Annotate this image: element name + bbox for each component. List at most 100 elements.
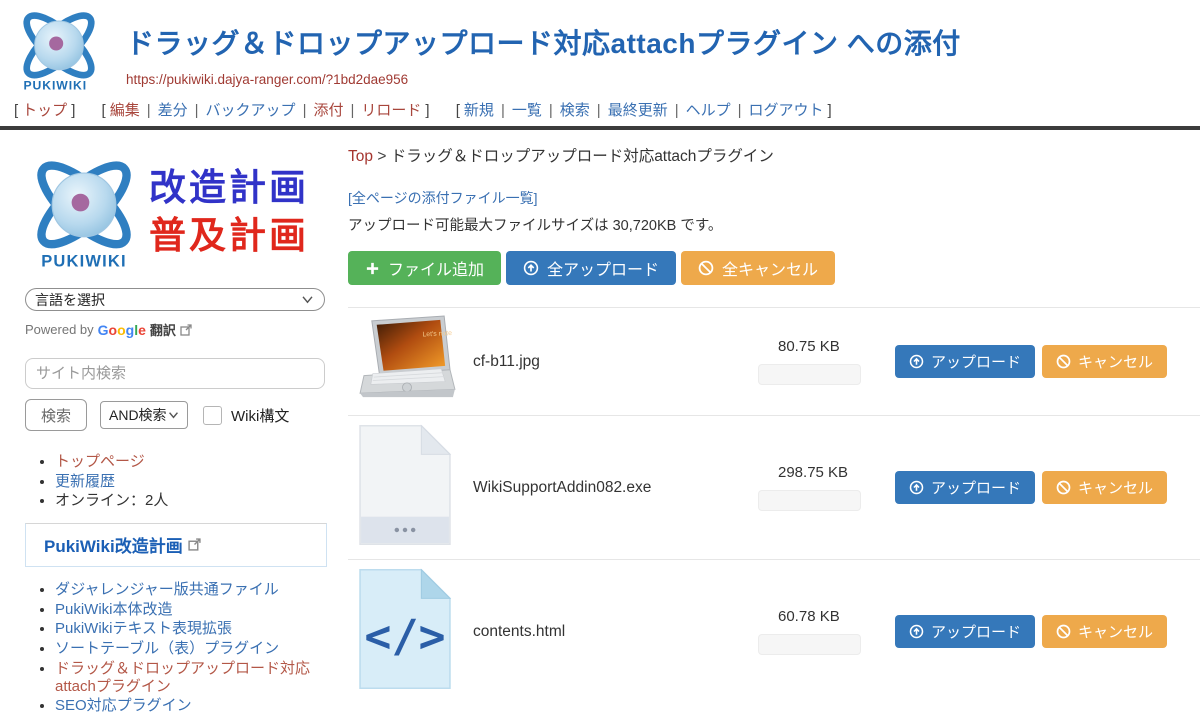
file-size-cell: 80.75 KB bbox=[758, 338, 880, 385]
bracket: [ bbox=[456, 102, 460, 119]
external-link-icon bbox=[188, 538, 201, 551]
pukiwiki-atom-logo-icon: PUKIWIKI bbox=[25, 148, 143, 276]
list-item: PukiWikiテキスト表現拡張 bbox=[55, 620, 330, 638]
nav-new-link[interactable]: 新規 bbox=[464, 102, 494, 119]
upload-button-label: アップロード bbox=[931, 351, 1021, 372]
language-select[interactable]: 言語を選択 bbox=[25, 288, 325, 311]
sidebar-item-common-files[interactable]: ダジャレンジャー版共通ファイル bbox=[55, 581, 279, 598]
separator: | bbox=[303, 102, 307, 119]
sidebar-links-bottom: ダジャレンジャー版共通ファイル PukiWiki本体改造 PukiWikiテキス… bbox=[55, 581, 330, 715]
file-thumbnail-cell bbox=[348, 423, 473, 552]
translate-label: 翻訳 bbox=[150, 320, 176, 339]
list-item: トップページ bbox=[55, 453, 330, 471]
html-file-icon: </> bbox=[358, 567, 452, 691]
circle-arrow-up-icon bbox=[909, 624, 924, 639]
search-button[interactable]: 検索 bbox=[25, 399, 87, 431]
wiki-syntax-checkbox[interactable] bbox=[203, 406, 222, 425]
nav-help-link[interactable]: ヘルプ bbox=[686, 102, 731, 119]
nav-list-link[interactable]: 一覧 bbox=[512, 102, 542, 119]
upload-button[interactable]: アップロード bbox=[895, 471, 1035, 504]
nav-search-link[interactable]: 検索 bbox=[560, 102, 590, 119]
bracket: [ bbox=[102, 102, 106, 119]
ban-icon bbox=[1056, 480, 1071, 495]
breadcrumb: Top > ドラッグ＆ドロップアップロード対応attachプラグイン bbox=[348, 144, 1200, 166]
add-files-label: ファイル追加 bbox=[388, 256, 484, 280]
nav-recent-link[interactable]: 最終更新 bbox=[608, 102, 668, 119]
separator: | bbox=[195, 102, 199, 119]
page-url-link[interactable]: https://pukiwiki.dajya-ranger.com/?1bd2d… bbox=[126, 72, 961, 87]
all-pages-attachment-list-link[interactable]: [全ページの添付ファイル一覧] bbox=[348, 188, 538, 208]
sidebar-item-sort-table[interactable]: ソートテーブル（表）プラグイン bbox=[55, 640, 279, 657]
add-files-button[interactable]: ファイル追加 bbox=[348, 251, 501, 285]
page-title: ドラッグ＆ドロップアップロード対応attachプラグイン への添付 bbox=[126, 22, 961, 62]
nav-reload-link[interactable]: リロード bbox=[361, 102, 421, 119]
sidebar-item-update-history[interactable]: 更新履歴 bbox=[55, 473, 115, 490]
upload-progress-bar bbox=[758, 634, 861, 655]
logo-line-fukyu: 普及計画 bbox=[149, 212, 309, 260]
cancel-all-button[interactable]: 全キャンセル bbox=[681, 251, 835, 285]
nav-diff-link[interactable]: 差分 bbox=[158, 102, 188, 119]
logo-line-kaizo: 改造計画 bbox=[149, 164, 309, 212]
upload-button[interactable]: アップロード bbox=[895, 615, 1035, 648]
chevron-down-icon bbox=[301, 295, 314, 304]
language-select-value: 言語を選択 bbox=[35, 290, 105, 310]
site-search-input[interactable] bbox=[25, 358, 325, 389]
list-item: PukiWiki本体改造 bbox=[55, 601, 330, 619]
site-header: PUKIWIKI ドラッグ＆ドロップアップロード対応attachプラグイン への… bbox=[0, 0, 1200, 97]
cancel-button[interactable]: キャンセル bbox=[1042, 471, 1167, 504]
file-size-cell: 298.75 KB bbox=[758, 464, 880, 511]
sidebar-section-pukiwiki-kaizo[interactable]: PukiWiki改造計画 bbox=[25, 523, 327, 567]
upload-button-label: アップロード bbox=[931, 621, 1021, 642]
bracket: ] bbox=[425, 102, 429, 119]
svg-text:PUKIWIKI: PUKIWIKI bbox=[41, 252, 127, 270]
top-nav: [トップ] [編集|差分|バックアップ|添付|リロード] [新規|一覧|検索|最… bbox=[0, 97, 1200, 126]
file-size: 80.75 KB bbox=[758, 338, 880, 355]
search-controls: 検索 AND検索 Wiki構文 bbox=[25, 399, 330, 431]
nav-backup-link[interactable]: バックアップ bbox=[206, 102, 296, 119]
sidebar-item-dnd-attach[interactable]: ドラッグ＆ドロップアップロード対応attachプラグイン bbox=[55, 660, 310, 695]
google-translate-attribution[interactable]: Powered by Google 翻訳 bbox=[25, 320, 330, 339]
circle-arrow-up-icon bbox=[909, 354, 924, 369]
laptop-photo-thumbnail: Let's note bbox=[358, 315, 456, 403]
upload-progress-bar bbox=[758, 490, 861, 511]
cancel-button[interactable]: キャンセル bbox=[1042, 345, 1167, 378]
ban-icon bbox=[1056, 354, 1071, 369]
sidebar-links-top: トップページ 更新履歴 オンライン：2人 bbox=[55, 453, 330, 510]
main-content: Top > ドラッグ＆ドロップアップロード対応attachプラグイン [全ページ… bbox=[348, 130, 1200, 703]
breadcrumb-home-link[interactable]: Top bbox=[348, 148, 373, 165]
online-count: オンライン：2人 bbox=[55, 492, 168, 509]
file-row: </> contents.html 60.78 KB アップロード キャンセル bbox=[348, 559, 1200, 703]
file-size: 60.78 KB bbox=[758, 608, 880, 625]
nav-attach-link[interactable]: 添付 bbox=[313, 102, 343, 119]
circle-arrow-up-icon bbox=[909, 480, 924, 495]
upload-toolbar: ファイル追加 全アップロード 全キャンセル bbox=[348, 251, 1200, 285]
list-item: SEO対応プラグイン bbox=[55, 697, 330, 715]
sidebar-item-top-page[interactable]: トップページ bbox=[55, 453, 145, 470]
upload-button[interactable]: アップロード bbox=[895, 345, 1035, 378]
bracket: ] bbox=[828, 102, 832, 119]
separator: | bbox=[147, 102, 151, 119]
file-actions: アップロード キャンセル bbox=[895, 471, 1167, 504]
cancel-button-label: キャンセル bbox=[1078, 621, 1153, 642]
sidebar-logo-text: 改造計画 普及計画 bbox=[149, 164, 309, 260]
cancel-button[interactable]: キャンセル bbox=[1042, 615, 1167, 648]
upload-all-button[interactable]: 全アップロード bbox=[506, 251, 676, 285]
file-actions: アップロード キャンセル bbox=[895, 615, 1167, 648]
list-item: ドラッグ＆ドロップアップロード対応attachプラグイン bbox=[55, 660, 330, 695]
upload-all-label: 全アップロード bbox=[547, 256, 659, 280]
separator: | bbox=[738, 102, 742, 119]
nav-logout-link[interactable]: ログアウト bbox=[749, 102, 824, 119]
sidebar-section-link[interactable]: PukiWiki改造計画 bbox=[44, 532, 183, 557]
sidebar-logo[interactable]: PUKIWIKI 改造計画 普及計画 bbox=[25, 144, 330, 280]
nav-top-link[interactable]: トップ bbox=[22, 102, 67, 119]
search-mode-select[interactable]: AND検索 bbox=[100, 401, 188, 429]
sidebar-item-core-mod[interactable]: PukiWiki本体改造 bbox=[55, 601, 173, 618]
sidebar-item-seo-plugin[interactable]: SEO対応プラグイン bbox=[55, 697, 192, 714]
search-mode-value: AND検索 bbox=[109, 405, 167, 425]
pukiwiki-atom-logo-icon[interactable]: PUKIWIKI bbox=[12, 6, 106, 96]
sidebar-item-text-ext[interactable]: PukiWikiテキスト表現拡張 bbox=[55, 620, 232, 637]
chevron-down-icon bbox=[168, 411, 179, 419]
nav-edit-link[interactable]: 編集 bbox=[110, 102, 140, 119]
file-row: Let's note cf-b11.jpg 80.75 KB bbox=[348, 307, 1200, 415]
cancel-button-label: キャンセル bbox=[1078, 477, 1153, 498]
